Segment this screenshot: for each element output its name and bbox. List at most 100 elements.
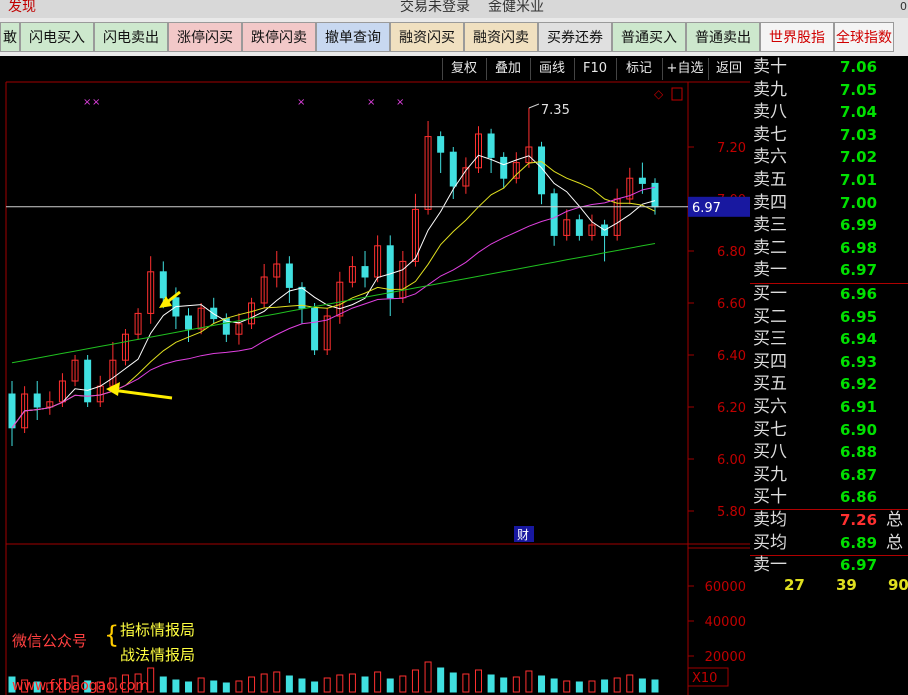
buy-level-row[interactable]: 买四 6.93 xyxy=(750,351,908,373)
kline-chart[interactable]: 7.207.006.806.606.406.206.005.806.977.35… xyxy=(0,56,750,695)
last-trade-row[interactable]: 卖一 6.97 xyxy=(750,554,908,576)
volume-bar xyxy=(273,671,281,693)
trade-button-2[interactable]: 闪电卖出 xyxy=(94,22,168,52)
sell-level-row[interactable]: 卖三 6.99 xyxy=(750,214,908,236)
buy-level-row[interactable]: 买一 6.96 xyxy=(750,283,908,305)
sell-level-row[interactable]: 卖九 7.05 xyxy=(750,79,908,101)
y-tick-label: 6.20 xyxy=(717,401,746,416)
buy-level-row[interactable]: 买三 6.94 xyxy=(750,328,908,350)
sell-level-row[interactable]: 卖四 7.00 xyxy=(750,192,908,214)
volume-bar xyxy=(323,677,331,693)
trade-button-7[interactable]: 融资闪卖 xyxy=(464,22,538,52)
trade-volume-number: 90 xyxy=(888,576,908,594)
orderbook-level-name: 买二 xyxy=(753,306,787,327)
orderbook-level-name: 买四 xyxy=(753,351,787,372)
buy-level-row[interactable]: 买十 6.86 xyxy=(750,486,908,508)
trade-button-11[interactable]: 世界股指 xyxy=(760,22,834,52)
arrow-line-lower xyxy=(111,388,173,400)
trade-button-8[interactable]: 买券还券 xyxy=(538,22,612,52)
orderbook-level-price: 6.87 xyxy=(840,465,878,484)
volume-bar xyxy=(172,679,180,693)
volume-bar xyxy=(462,673,470,693)
volume-bar xyxy=(613,677,621,693)
trade-button-3[interactable]: 涨停闪买 xyxy=(168,22,242,52)
orderbook-level-price: 6.95 xyxy=(840,307,878,326)
avg-buy-row[interactable]: 买均 6.89 总 xyxy=(750,532,908,554)
total-label: 总 xyxy=(886,533,903,553)
volume-bar xyxy=(222,682,230,693)
volume-bar xyxy=(298,678,306,693)
volume-tick-label: 40000 xyxy=(705,615,746,630)
y-tick-label: 7.20 xyxy=(717,141,746,156)
sell-level-row[interactable]: 卖六 7.02 xyxy=(750,146,908,168)
trade-volume-number: 39 xyxy=(836,576,857,594)
buy-level-row[interactable]: 买五 6.92 xyxy=(750,373,908,395)
buy-level-row[interactable]: 买二 6.95 xyxy=(750,306,908,328)
candle-body xyxy=(285,263,293,288)
signal-mark: × xyxy=(92,97,100,108)
volume-bar xyxy=(235,680,243,693)
volume-bar xyxy=(159,676,167,693)
signal-mark: × xyxy=(83,97,91,108)
discover-label[interactable]: 发现 xyxy=(8,0,36,14)
orderbook-level-price: 7.05 xyxy=(840,80,878,99)
sell-level-row[interactable]: 卖二 6.98 xyxy=(750,237,908,259)
volume-bar xyxy=(311,681,319,693)
trade-toolbar: 敢闪电买入 闪电卖出 涨停闪买 跌停闪卖 撤单查询 融资闪买 融资闪卖 买券还券 普通买入 普通卖… xyxy=(0,18,908,56)
orderbook-level-price: 6.93 xyxy=(840,352,878,371)
orderbook-level-price: 6.89 xyxy=(840,534,878,552)
trade-button-1[interactable]: 闪电买入 xyxy=(20,22,94,52)
volume-bar xyxy=(651,679,659,693)
buy-level-row[interactable]: 买八 6.88 xyxy=(750,441,908,463)
trade-button-12[interactable]: 全球指数 xyxy=(834,22,894,52)
ma20-line xyxy=(11,186,656,429)
trade-button-6[interactable]: 融资闪买 xyxy=(390,22,464,52)
orderbook-level-price: 6.86 xyxy=(840,488,878,507)
orderbook-level-name: 卖九 xyxy=(753,79,787,100)
volume-bar xyxy=(197,677,205,693)
sell-level-row[interactable]: 卖五 7.01 xyxy=(750,169,908,191)
avg-sell-row[interactable]: 卖均 7.26 总 xyxy=(750,509,908,531)
sell-level-row[interactable]: 卖十 7.06 xyxy=(750,56,908,78)
candle-body xyxy=(487,133,495,158)
orderbook-level-name: 买六 xyxy=(753,397,787,417)
trade-button-10[interactable]: 普通卖出 xyxy=(686,22,760,52)
diamond-icon: ◇ xyxy=(654,87,664,101)
candle-body xyxy=(361,266,369,278)
volume-bar xyxy=(185,681,193,693)
orderbook-level-name: 卖均 xyxy=(753,510,787,530)
volume-bar xyxy=(538,675,546,693)
buy-level-row[interactable]: 买九 6.87 xyxy=(750,464,908,486)
orderbook-level-name: 卖三 xyxy=(753,215,787,236)
orderbook-level-price: 6.88 xyxy=(840,443,878,462)
total-label: 总 xyxy=(886,510,903,530)
trade-button-5[interactable]: 撤单查询 xyxy=(316,22,390,52)
y-tick-label: 6.80 xyxy=(717,245,746,260)
sell-level-row[interactable]: 卖一 6.97 xyxy=(750,259,908,281)
high-price-label: 7.35 xyxy=(541,103,570,118)
candle-body xyxy=(8,393,16,429)
candle-body xyxy=(449,151,457,187)
volume-bar xyxy=(550,678,558,693)
candle-body xyxy=(386,245,394,299)
candle-body xyxy=(638,177,646,184)
orderbook-level-name: 买九 xyxy=(753,464,787,485)
trade-button-4[interactable]: 跌停闪卖 xyxy=(242,22,316,52)
sell-level-row[interactable]: 卖七 7.03 xyxy=(750,124,908,146)
y-tick-label: 6.00 xyxy=(717,453,746,468)
orderbook-level-name: 买均 xyxy=(753,533,787,553)
volume-bar xyxy=(285,675,293,693)
orderbook-level-price: 6.92 xyxy=(840,375,878,394)
high-marker-line xyxy=(528,103,540,109)
buy-level-row[interactable]: 买七 6.90 xyxy=(750,419,908,441)
sell-level-row[interactable]: 卖八 7.04 xyxy=(750,101,908,123)
orderbook-level-name: 卖五 xyxy=(753,170,787,190)
trade-button-9[interactable]: 普通买入 xyxy=(612,22,686,52)
buy-level-row[interactable]: 买六 6.91 xyxy=(750,396,908,418)
trade-button-0[interactable]: 敢 xyxy=(0,22,20,52)
orderbook-level-name: 卖六 xyxy=(753,147,787,168)
orderbook-level-price: 6.96 xyxy=(840,285,878,303)
volume-bar xyxy=(512,676,520,693)
volume-bar xyxy=(575,681,583,693)
order-book: 卖十 7.06 卖九 7.05 卖八 7.04 卖七 7.03 卖六 7.02 卖五 7.01 卖四 7.… xyxy=(750,56,908,695)
